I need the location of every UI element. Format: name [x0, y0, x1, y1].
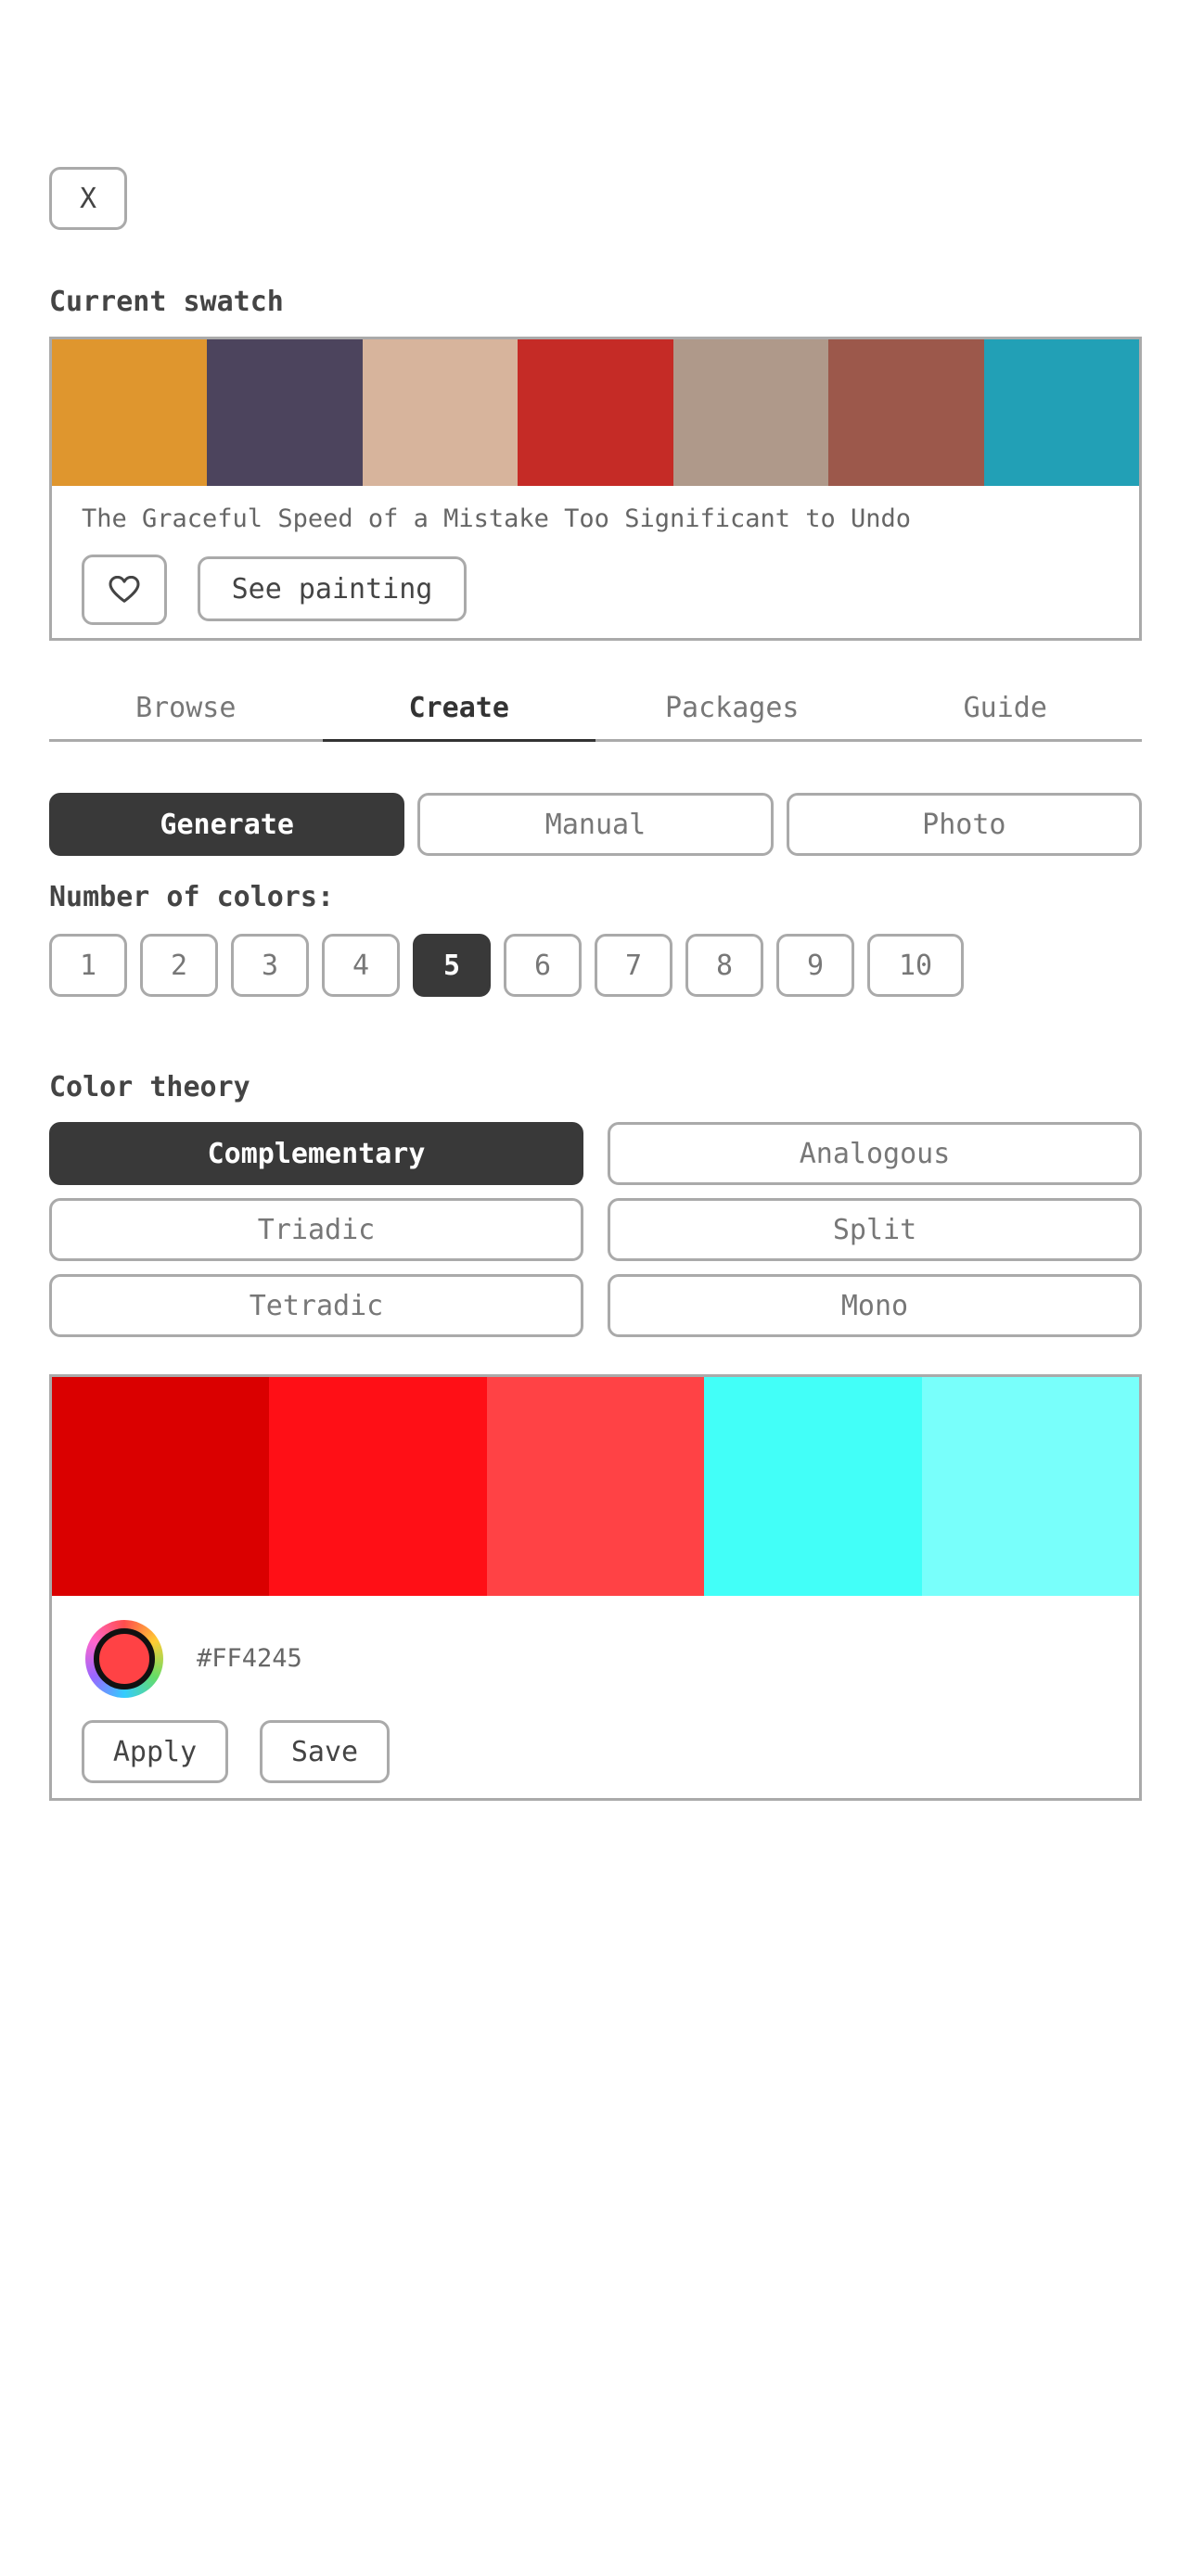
generated-color-2[interactable] [269, 1377, 487, 1596]
color-count-2-button[interactable]: 2 [140, 934, 218, 997]
close-button[interactable]: X [49, 167, 127, 230]
apply-button[interactable]: Apply [82, 1720, 228, 1783]
tab-browse[interactable]: Browse [49, 677, 323, 739]
color-count-1-button[interactable]: 1 [49, 934, 127, 997]
generated-palette-strip [52, 1377, 1140, 1596]
painting-title: The Graceful Speed of a Mistake Too Sign… [82, 504, 912, 533]
generated-color-5[interactable] [921, 1377, 1140, 1596]
color-count-9-button[interactable]: 9 [776, 934, 854, 997]
mode-selector: Generate Manual Photo [49, 793, 1142, 856]
color-count-selector: 1 2 3 4 5 6 7 8 9 10 [49, 934, 964, 997]
color-theory-selector: Complementary Analogous Triadic Split Tetrad… [49, 1122, 1142, 1337]
color-count-heading: Number of colors: [49, 881, 335, 913]
heart-icon [109, 576, 140, 603]
color-theory-heading: Color theory [49, 1071, 250, 1103]
tab-create[interactable]: Create [322, 677, 596, 742]
color-count-7-button[interactable]: 7 [595, 934, 672, 997]
mode-manual-button[interactable]: Manual [417, 793, 774, 856]
theory-analogous-button[interactable]: Analogous [608, 1122, 1142, 1185]
selected-color-dot [94, 1628, 155, 1690]
generated-color-1[interactable] [52, 1377, 270, 1596]
theory-triadic-button[interactable]: Triadic [49, 1198, 583, 1261]
generated-palette-card: #FF4245 Apply Save [49, 1374, 1142, 1801]
mode-photo-button[interactable]: Photo [786, 793, 1142, 856]
current-swatch-color-2[interactable] [207, 339, 363, 486]
color-count-3-button[interactable]: 3 [231, 934, 309, 997]
current-swatch-heading: Current swatch [49, 286, 284, 318]
save-button[interactable]: Save [260, 1720, 390, 1783]
mode-generate-button[interactable]: Generate [49, 793, 405, 856]
current-swatch-color-1[interactable] [52, 339, 208, 486]
main-tabs: Browse Create Packages Guide [49, 677, 1142, 742]
color-count-5-button[interactable]: 5 [413, 934, 491, 997]
current-swatch-color-5[interactable] [672, 339, 829, 486]
theory-split-button[interactable]: Split [608, 1198, 1142, 1261]
see-painting-button[interactable]: See painting [198, 556, 467, 621]
theory-tetradic-button[interactable]: Tetradic [49, 1274, 583, 1337]
theory-complementary-button[interactable]: Complementary [49, 1122, 583, 1185]
color-count-6-button[interactable]: 6 [504, 934, 582, 997]
tab-packages[interactable]: Packages [596, 677, 869, 739]
generated-color-3[interactable] [486, 1377, 705, 1596]
theory-mono-button[interactable]: Mono [608, 1274, 1142, 1337]
color-count-8-button[interactable]: 8 [685, 934, 763, 997]
color-count-10-button[interactable]: 10 [867, 934, 964, 997]
color-picker-icon[interactable] [85, 1620, 163, 1698]
current-swatch-color-6[interactable] [828, 339, 984, 486]
generated-color-4[interactable] [704, 1377, 922, 1596]
current-swatch-color-3[interactable] [362, 339, 519, 486]
current-swatch-card: The Graceful Speed of a Mistake Too Sign… [49, 337, 1142, 641]
current-swatch-strip [52, 339, 1139, 486]
current-swatch-color-4[interactable] [518, 339, 673, 486]
current-swatch-color-7[interactable] [983, 339, 1139, 486]
tab-guide[interactable]: Guide [869, 677, 1143, 739]
color-count-4-button[interactable]: 4 [322, 934, 400, 997]
selected-hex-value: #FF4245 [197, 1644, 302, 1673]
favorite-button[interactable] [82, 555, 167, 625]
